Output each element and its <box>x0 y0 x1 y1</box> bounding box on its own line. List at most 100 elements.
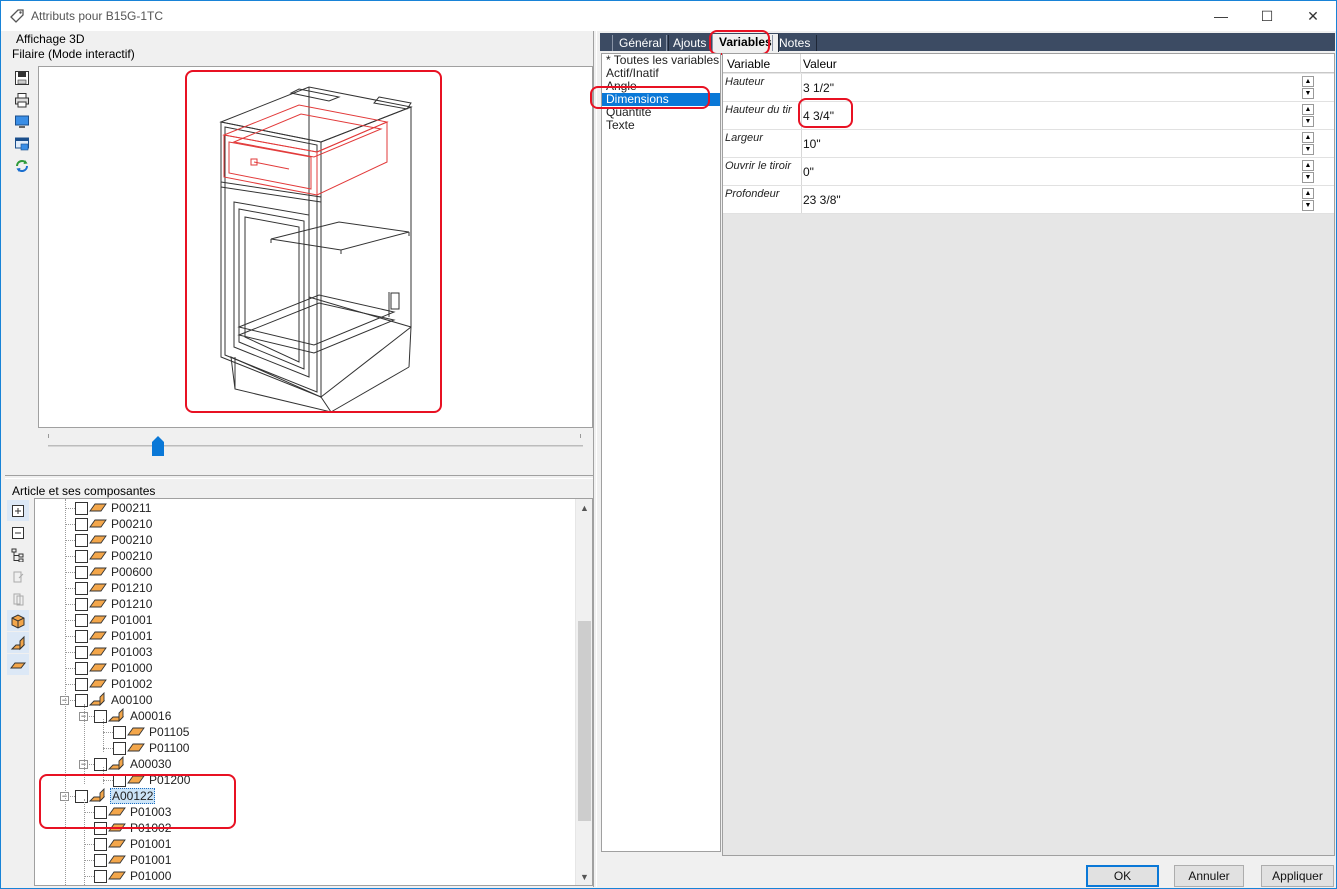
expand-all-icon[interactable] <box>7 500 29 521</box>
tree-node[interactable]: P01001 <box>94 852 172 868</box>
minimize-button[interactable]: — <box>1198 1 1244 31</box>
node-label[interactable]: P01001 <box>129 837 172 851</box>
node-checkbox[interactable] <box>75 629 88 643</box>
tree-node[interactable]: P01001 <box>75 612 153 628</box>
spin-down-icon[interactable]: ▼ <box>1302 144 1314 155</box>
scroll-thumb[interactable] <box>578 621 591 821</box>
node-label[interactable]: P01105 <box>148 725 190 739</box>
print-icon[interactable] <box>11 89 33 110</box>
tree-node[interactable]: P00210 <box>75 532 153 548</box>
refresh-icon[interactable] <box>11 155 33 176</box>
spin-down-icon[interactable]: ▼ <box>1302 116 1314 127</box>
tab-ajouts[interactable]: Ajouts <box>666 35 714 51</box>
tree-node[interactable]: P01001 <box>75 628 153 644</box>
save-icon[interactable] <box>11 67 33 88</box>
apply-button[interactable]: Appliquer <box>1261 865 1334 887</box>
node-label[interactable]: P01003 <box>110 645 153 659</box>
node-label[interactable]: P01001 <box>129 853 172 867</box>
node-checkbox[interactable] <box>75 645 88 659</box>
value-text[interactable]: 3 1/2" <box>803 81 834 95</box>
value-spinner[interactable]: ▲ ▼ <box>1302 132 1315 156</box>
node-label[interactable]: A00016 <box>129 709 172 723</box>
node-checkbox[interactable] <box>94 853 107 867</box>
tree-node[interactable]: P01001 <box>94 836 172 852</box>
node-checkbox[interactable] <box>94 869 107 883</box>
value-cell[interactable]: 4 3/4" <box>801 102 1296 129</box>
node-label[interactable]: A00100 <box>110 693 153 707</box>
spin-up-icon[interactable]: ▲ <box>1302 160 1314 171</box>
value-spinner[interactable]: ▲ ▼ <box>1302 188 1315 212</box>
slider-thumb[interactable] <box>152 436 164 456</box>
node-label[interactable]: P01210 <box>110 597 153 611</box>
tree-structure-icon[interactable] <box>7 544 29 565</box>
node-checkbox[interactable] <box>94 837 107 851</box>
node-label[interactable]: P01002 <box>110 677 153 691</box>
maximize-button[interactable]: ☐ <box>1244 1 1290 31</box>
node-checkbox[interactable] <box>75 597 88 611</box>
node-label[interactable]: P01000 <box>110 661 153 675</box>
window-view-icon[interactable] <box>11 133 33 154</box>
node-checkbox[interactable] <box>75 693 88 707</box>
node-label[interactable]: A00030 <box>129 757 172 771</box>
tree-node[interactable]: P01000 <box>75 660 153 676</box>
value-text[interactable]: 0" <box>803 165 814 179</box>
category-texte[interactable]: Texte <box>602 119 720 132</box>
tree-scrollbar[interactable]: ▲ ▼ <box>575 499 592 885</box>
node-checkbox[interactable] <box>75 565 88 579</box>
node-checkbox[interactable] <box>75 549 88 563</box>
value-cell[interactable]: 10" <box>801 130 1296 157</box>
node-checkbox[interactable] <box>113 725 126 739</box>
spin-down-icon[interactable]: ▼ <box>1302 88 1314 99</box>
view-slider[interactable] <box>38 428 593 473</box>
tree-node[interactable]: A00030 <box>94 755 172 772</box>
node-checkbox[interactable] <box>94 709 107 723</box>
collapse-all-icon[interactable] <box>7 522 29 543</box>
value-cell[interactable]: 0" <box>801 158 1296 185</box>
ok-button[interactable]: OK <box>1086 865 1159 887</box>
scroll-down-icon[interactable]: ▼ <box>576 868 592 885</box>
spin-up-icon[interactable]: ▲ <box>1302 132 1314 143</box>
tree-node[interactable]: A00100 <box>75 691 153 708</box>
node-checkbox[interactable] <box>75 501 88 515</box>
value-text[interactable]: 10" <box>803 137 821 151</box>
tree-node[interactable]: P01100 <box>113 740 190 756</box>
node-checkbox[interactable] <box>75 677 88 691</box>
value-cell[interactable]: 23 3/8" <box>801 186 1296 213</box>
node-checkbox[interactable] <box>75 581 88 595</box>
node-label[interactable]: P00210 <box>110 517 153 531</box>
tree-node[interactable]: P01002 <box>75 676 153 692</box>
scroll-up-icon[interactable]: ▲ <box>576 499 592 516</box>
tree-node[interactable]: P00600 <box>75 564 153 580</box>
tree-node[interactable]: P01003 <box>75 644 153 660</box>
tree-node[interactable]: A00016 <box>94 707 172 724</box>
tree-node[interactable]: P00210 <box>75 516 153 532</box>
tree-node[interactable]: P01105 <box>113 724 190 740</box>
node-checkbox[interactable] <box>75 533 88 547</box>
node-label[interactable]: P00210 <box>110 533 153 547</box>
tab-general[interactable]: Général <box>612 35 669 51</box>
node-checkbox[interactable] <box>113 741 126 755</box>
cancel-button[interactable]: Annuler <box>1174 865 1244 887</box>
value-text[interactable]: 23 3/8" <box>803 193 841 207</box>
node-checkbox[interactable] <box>94 757 107 771</box>
spin-down-icon[interactable]: ▼ <box>1302 200 1314 211</box>
tree-node[interactable]: P01210 <box>75 580 153 596</box>
paste-disabled-icon[interactable] <box>7 566 29 587</box>
node-label[interactable]: P00211 <box>110 501 152 515</box>
screen-icon[interactable] <box>11 111 33 132</box>
node-checkbox[interactable] <box>75 613 88 627</box>
spin-up-icon[interactable]: ▲ <box>1302 188 1314 199</box>
spin-down-icon[interactable]: ▼ <box>1302 172 1314 183</box>
horizontal-splitter[interactable] <box>5 475 593 479</box>
assembly-view-icon[interactable] <box>7 632 29 653</box>
node-label[interactable]: P01000 <box>129 869 172 883</box>
node-label[interactable]: P01100 <box>148 741 190 755</box>
copy-disabled-icon[interactable] <box>7 588 29 609</box>
spin-up-icon[interactable]: ▲ <box>1302 104 1314 115</box>
tree-node[interactable]: P01210 <box>75 596 153 612</box>
spin-up-icon[interactable]: ▲ <box>1302 76 1314 87</box>
value-spinner[interactable]: ▲ ▼ <box>1302 104 1315 128</box>
node-label[interactable]: P01001 <box>110 629 153 643</box>
node-checkbox[interactable] <box>75 661 88 675</box>
value-cell[interactable]: 3 1/2" <box>801 74 1296 101</box>
